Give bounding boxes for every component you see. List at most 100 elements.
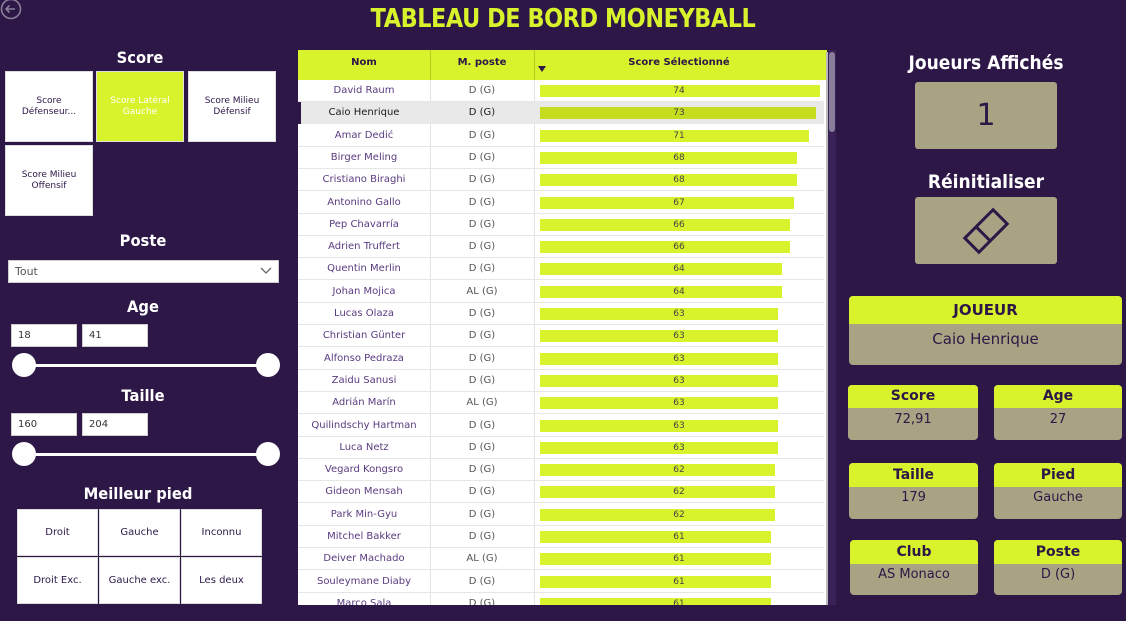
player-name: Caio Henrique [328, 107, 400, 119]
column-header-nom[interactable]: Nom [298, 50, 430, 80]
score-cell: 63 [534, 437, 824, 459]
table-row[interactable]: Christian Günter D (G) 63 [298, 325, 824, 348]
pied-filter-title: Meilleur pied [83, 484, 193, 503]
pied-option-les-deux[interactable]: Les deux [181, 557, 262, 604]
table-row[interactable]: David Raum D (G) 74 [298, 80, 824, 102]
age-slider-min-handle[interactable] [12, 353, 36, 377]
score-value: 63 [673, 420, 685, 431]
score-value: 74 [673, 86, 685, 96]
table-row[interactable]: Adrián Marín AL (G) 63 [298, 392, 824, 415]
joueur-card-value: Caio Henrique [932, 330, 1039, 348]
score-cell: 68 [534, 147, 824, 169]
score-card-label: Score [848, 385, 978, 408]
player-position: D (G) [468, 575, 496, 587]
table-row[interactable]: Souleymane Diaby D (G) 61 [298, 571, 824, 593]
score-value: 66 [673, 242, 685, 253]
table-row[interactable]: Pep Chavarría D (G) 66 [298, 214, 824, 236]
joueur-card: JOUEUR Caio Henrique [849, 296, 1122, 365]
pied-option-gauche-exc[interactable]: Gauche exc. [99, 557, 180, 604]
taille-slider-max-handle[interactable] [256, 442, 280, 466]
back-arrow-icon[interactable] [0, 0, 24, 22]
score-value: 66 [673, 219, 685, 230]
column-header-poste[interactable]: M. poste [430, 50, 534, 80]
player-name: Mitchel Bakker [327, 531, 401, 542]
score-cell: 67 [534, 192, 824, 214]
score-value: 61 [673, 598, 685, 605]
taille-slider-min-handle[interactable] [12, 442, 36, 466]
table-row[interactable]: Johan Mojica AL (G) 64 [298, 281, 824, 303]
age-slider-track [24, 364, 268, 367]
score-cell: 66 [534, 236, 824, 258]
player-position: D (G) [468, 419, 496, 431]
joueurs-affiches-title: Joueurs Affichés [908, 52, 1064, 74]
score-value: 61 [673, 554, 685, 565]
column-header-score[interactable]: Score Sélectionné [534, 50, 824, 80]
score-cell: 64 [534, 258, 824, 280]
score-value: 71 [673, 130, 685, 141]
table-row[interactable]: Quentin Merlin D (G) 64 [298, 258, 824, 281]
age-max-input[interactable]: 41 [82, 324, 148, 347]
score-cell: 64 [534, 281, 824, 303]
scrollbar-thumb[interactable] [829, 52, 835, 132]
player-name: Cristiano Biraghi [322, 174, 406, 186]
taille-min-input[interactable]: 160 [11, 413, 77, 436]
player-position: D (G) [468, 129, 496, 141]
score-option-lateral-gauche[interactable]: Score Latéral Gauche [96, 71, 184, 142]
table-row[interactable]: Gideon Mensah D (G) 62 [298, 481, 824, 504]
taille-max-input[interactable]: 204 [82, 413, 148, 436]
age-slider-max-handle[interactable] [256, 353, 280, 377]
player-position: D (G) [468, 308, 496, 319]
joueurs-affiches-card: 1 [915, 82, 1057, 149]
table-row[interactable]: Park Min-Gyu D (G) 62 [298, 504, 824, 526]
score-option-defenseur[interactable]: Score Défenseur... [5, 71, 93, 142]
score-value: 63 [673, 331, 685, 342]
score-cell: 63 [534, 348, 824, 370]
score-value: 64 [673, 264, 685, 275]
table-scrollbar[interactable] [828, 50, 836, 605]
table-row[interactable]: Alfonso Pedraza D (G) 63 [298, 348, 824, 370]
table-row[interactable]: Adrien Truffert D (G) 66 [298, 236, 824, 259]
player-name: Adrián Marín [332, 397, 396, 409]
player-name: Pep Chavarría [329, 218, 399, 230]
table-row[interactable]: Cristiano Biraghi D (G) 68 [298, 169, 824, 192]
score-option-milieu-offensif[interactable]: Score Milieu Offensif [5, 145, 93, 216]
age-min-input[interactable]: 18 [11, 324, 77, 347]
poste-card-value: D (G) [1040, 567, 1076, 582]
table-row[interactable]: Mitchel Bakker D (G) 61 [298, 526, 824, 548]
taille-filter-title: Taille [121, 386, 165, 405]
pied-option-droit[interactable]: Droit [17, 509, 98, 556]
score-option-milieu-defensif[interactable]: Score Milieu Défensif [188, 71, 276, 142]
table-row[interactable]: Luca Netz D (G) 63 [298, 437, 824, 459]
score-value: 63 [673, 309, 685, 319]
poste-filter-title: Poste [119, 231, 167, 250]
player-position: AL (G) [466, 553, 498, 565]
table-row[interactable]: Caio Henrique D (G) 73 [298, 102, 824, 125]
player-name: Gideon Mensah [325, 486, 403, 498]
player-position: D (G) [468, 531, 496, 542]
players-table: Nom M. poste Score Sélectionné David Rau… [298, 50, 827, 605]
table-row[interactable]: Amar Dedić D (G) 71 [298, 125, 824, 147]
table-row[interactable]: Quilindschy Hartman D (G) 63 [298, 415, 824, 437]
table-row[interactable]: Deiver Machado AL (G) 61 [298, 548, 824, 571]
score-value: 73 [673, 108, 685, 119]
joueurs-affiches-value: 1 [976, 98, 996, 133]
table-row[interactable]: Lucas Olaza D (G) 63 [298, 303, 824, 325]
reset-button[interactable] [915, 197, 1057, 264]
score-value: 62 [673, 487, 685, 498]
score-card: Score 72,91 [848, 385, 978, 440]
table-row[interactable]: Marco Sala D (G) 61 [298, 593, 824, 605]
pied-option-inconnu[interactable]: Inconnu [181, 509, 262, 556]
pied-option-gauche[interactable]: Gauche [99, 509, 180, 556]
table-row[interactable]: Birger Meling D (G) 68 [298, 147, 824, 169]
player-position: D (G) [468, 330, 496, 342]
table-row[interactable]: Antonino Gallo D (G) 67 [298, 192, 824, 214]
pied-option-droit-exc[interactable]: Droit Exc. [17, 557, 98, 604]
poste-dropdown-value: Tout [15, 265, 38, 278]
player-position: D (G) [468, 107, 496, 119]
table-row[interactable]: Zaidu Sanusi D (G) 63 [298, 370, 824, 392]
score-cell: 62 [534, 504, 824, 526]
player-name: David Raum [333, 85, 395, 96]
player-name: Deiver Machado [323, 553, 405, 565]
table-row[interactable]: Vegard Kongsro D (G) 62 [298, 459, 824, 482]
poste-dropdown[interactable]: Tout [8, 260, 279, 283]
